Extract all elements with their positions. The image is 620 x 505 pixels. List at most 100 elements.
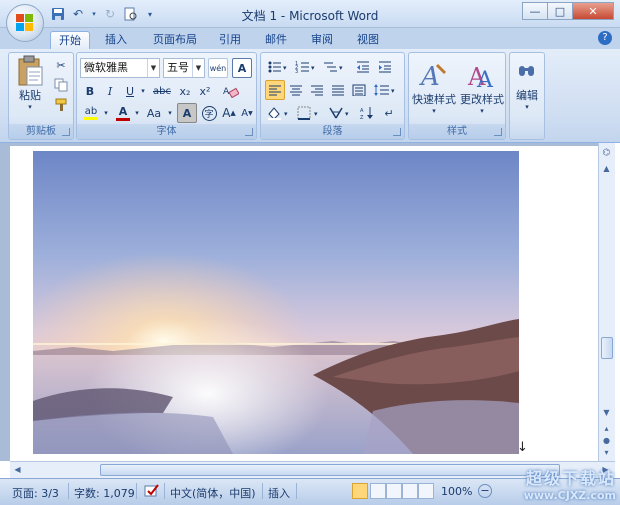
- watermark-url: www.CJXZ.com: [523, 489, 616, 502]
- highlight-button[interactable]: ab: [80, 103, 102, 123]
- copy-icon[interactable]: [51, 75, 71, 95]
- bold-button[interactable]: B: [80, 81, 100, 101]
- tab-view[interactable]: 视图: [350, 31, 386, 49]
- shrink-font-button[interactable]: A ▼: [237, 103, 257, 123]
- highlight-dropdown-icon[interactable]: ▾: [101, 103, 111, 123]
- phonetic-guide-label: wén: [209, 63, 227, 73]
- zoom-level[interactable]: 100%: [441, 485, 472, 498]
- tab-page-layout[interactable]: 页面布局: [146, 31, 204, 49]
- minimize-button[interactable]: —: [522, 2, 548, 20]
- justify-icon[interactable]: [328, 80, 348, 100]
- character-shading-button[interactable]: A: [177, 103, 197, 123]
- paragraph-group-label: 段落: [261, 124, 404, 139]
- font-size-combo[interactable]: 五号 ▼: [163, 58, 205, 78]
- quick-styles-label: 快速样式: [412, 93, 456, 106]
- close-button[interactable]: ✕: [572, 2, 614, 20]
- svg-text:▾: ▾: [314, 110, 318, 118]
- enclose-characters-label: 字: [201, 105, 217, 121]
- font-launcher-icon[interactable]: [245, 128, 253, 136]
- tab-mailings[interactable]: 邮件: [258, 31, 294, 49]
- underline-dropdown-icon[interactable]: ▾: [138, 81, 148, 101]
- bullets-icon[interactable]: ▾: [265, 57, 291, 77]
- enclose-characters-button[interactable]: 字: [199, 103, 219, 123]
- tab-insert[interactable]: 插入: [98, 31, 134, 49]
- change-case-dropdown-icon[interactable]: ▾: [165, 103, 175, 123]
- zoom-out-icon[interactable]: −: [478, 484, 492, 498]
- quick-styles-icon: A: [419, 62, 447, 91]
- quick-styles-button[interactable]: A 快速样式 ▾: [411, 55, 457, 121]
- view-outline-icon[interactable]: [402, 483, 418, 499]
- scroll-up-icon[interactable]: ▲: [599, 161, 614, 176]
- chinese-layout-icon[interactable]: ▾: [327, 103, 355, 123]
- align-left-icon[interactable]: [265, 80, 285, 100]
- office-button[interactable]: [6, 4, 44, 42]
- italic-button[interactable]: I: [100, 81, 120, 101]
- svg-text:▾: ▾: [345, 110, 349, 118]
- font-color-dropdown-icon[interactable]: ▾: [132, 103, 142, 123]
- tab-references[interactable]: 引用: [212, 31, 248, 49]
- font-color-button[interactable]: A: [113, 103, 133, 123]
- line-spacing-icon[interactable]: ▾: [371, 80, 399, 100]
- page-count[interactable]: 页面: 3/3: [12, 485, 59, 501]
- insert-mode-status[interactable]: 插入: [268, 485, 290, 501]
- horizontal-scroll-thumb[interactable]: [100, 464, 560, 476]
- change-styles-button[interactable]: A A 更改样式 ▾: [459, 55, 505, 121]
- font-size-dropdown-icon[interactable]: ▼: [192, 59, 204, 77]
- word-count[interactable]: 字数: 1,079: [74, 485, 135, 501]
- strikethrough-button[interactable]: abc: [150, 81, 174, 101]
- tab-review[interactable]: 审阅: [304, 31, 340, 49]
- superscript-button[interactable]: x²: [195, 81, 215, 101]
- clipboard-group: 粘贴 ▾ ✂ 剪贴板: [8, 52, 74, 140]
- sort-icon[interactable]: AZ: [357, 103, 377, 123]
- clear-formatting-icon[interactable]: A: [221, 81, 241, 101]
- next-page-icon[interactable]: ▾: [599, 445, 614, 460]
- scroll-down-icon[interactable]: ▼: [599, 405, 614, 420]
- increase-indent-icon[interactable]: [375, 57, 395, 77]
- borders-icon[interactable]: ▾: [295, 103, 323, 123]
- format-painter-icon[interactable]: [51, 95, 71, 115]
- align-center-icon[interactable]: [286, 80, 306, 100]
- distributed-icon[interactable]: [349, 80, 369, 100]
- maximize-button[interactable]: □: [547, 2, 573, 20]
- status-bar: 页面: 3/3 字数: 1,079 中文(简体，中国) 插入 100% − 超级…: [0, 469, 620, 505]
- clipboard-launcher-icon[interactable]: [62, 128, 70, 136]
- change-case-button[interactable]: Aa: [143, 103, 165, 123]
- font-name-combo[interactable]: 微软雅黑 ▼: [80, 58, 160, 78]
- styles-group-label: 样式: [409, 124, 505, 139]
- paragraph-launcher-icon[interactable]: [393, 128, 401, 136]
- subscript-button[interactable]: x₂: [175, 81, 195, 101]
- view-print-layout-icon[interactable]: [352, 483, 368, 499]
- grow-font-button[interactable]: A ▲: [219, 103, 239, 123]
- paste-button[interactable]: 粘贴 ▾: [12, 55, 48, 111]
- show-paragraph-marks-icon[interactable]: ↵: [379, 103, 399, 123]
- underline-button[interactable]: U: [120, 81, 140, 101]
- editing-button[interactable]: 编辑 ▾: [511, 57, 543, 117]
- ruler-toggle-icon[interactable]: ⌬: [599, 145, 614, 160]
- help-icon[interactable]: ?: [598, 31, 612, 45]
- character-border-button[interactable]: A: [232, 58, 252, 78]
- svg-text:A: A: [476, 68, 494, 91]
- view-draft-icon[interactable]: [418, 483, 434, 499]
- language-status[interactable]: 中文(简体，中国): [170, 485, 256, 501]
- paste-label: 粘贴: [19, 89, 41, 102]
- vertical-scroll-thumb[interactable]: [601, 337, 613, 359]
- numbering-icon[interactable]: 1 2 3 ▾: [293, 57, 319, 77]
- font-name-dropdown-icon[interactable]: ▼: [147, 59, 159, 77]
- multilevel-list-icon[interactable]: ▾: [321, 57, 347, 77]
- tab-home[interactable]: 开始: [50, 31, 90, 49]
- scroll-left-icon[interactable]: ◀: [10, 462, 25, 477]
- align-right-icon[interactable]: [307, 80, 327, 100]
- view-full-screen-reading-icon[interactable]: [370, 483, 386, 499]
- svg-text:▾: ▾: [283, 64, 287, 72]
- change-styles-dropdown-icon: ▾: [480, 107, 484, 115]
- inserted-landscape-picture[interactable]: [33, 151, 519, 454]
- proofing-icon[interactable]: [144, 484, 160, 501]
- styles-launcher-icon[interactable]: [494, 128, 502, 136]
- decrease-indent-icon[interactable]: [353, 57, 373, 77]
- svg-text:Z: Z: [360, 115, 364, 120]
- shading-icon[interactable]: ▾: [265, 103, 293, 123]
- cut-icon[interactable]: ✂: [51, 55, 71, 75]
- vertical-scrollbar[interactable]: ⌬ ▲ ▼ ▴ ● ▾: [598, 143, 615, 461]
- view-web-layout-icon[interactable]: [386, 483, 402, 499]
- phonetic-guide-button[interactable]: wén: [208, 58, 228, 78]
